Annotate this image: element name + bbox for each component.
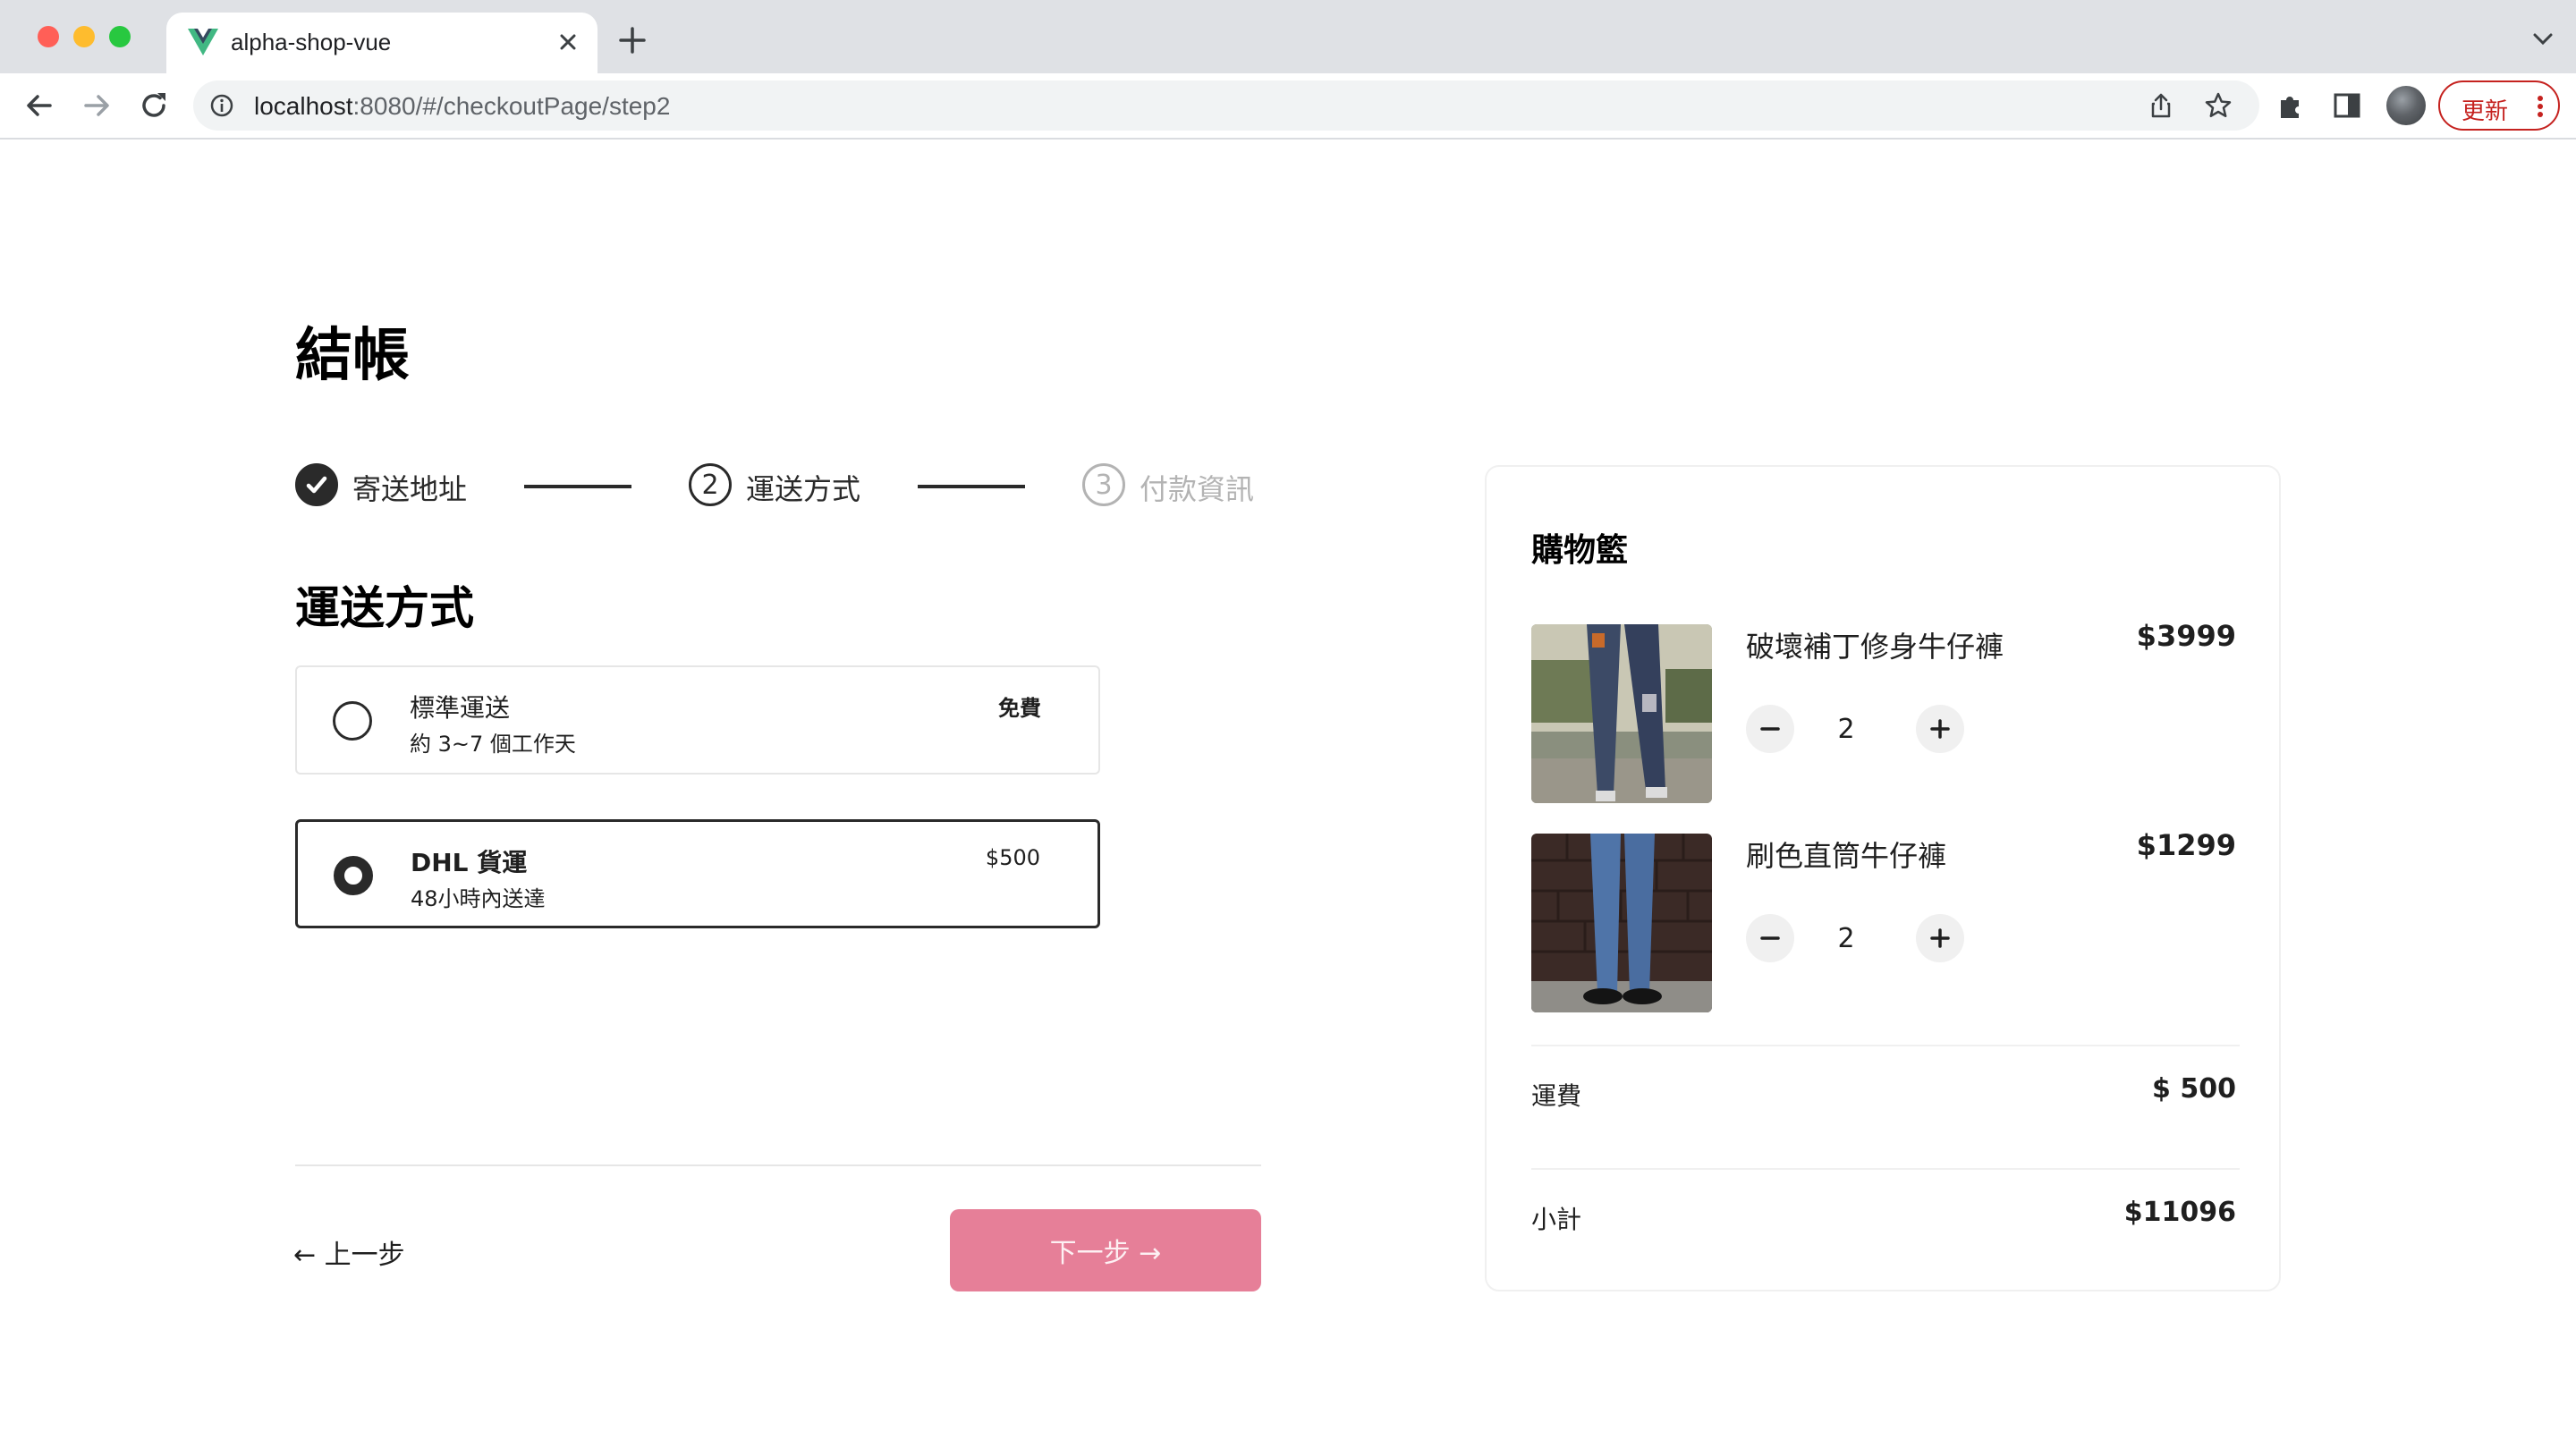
step-connector [524,485,631,488]
decrease-quantity-button[interactable] [1746,705,1794,753]
product-name: 破壞補丁修身牛仔褲 [1746,630,2004,664]
chevron-down-icon[interactable] [2531,30,2555,48]
cart-divider [1531,1168,2240,1170]
side-panel-icon[interactable] [2331,89,2363,122]
url-text: localhost:8080/#/checkoutPage/step2 [254,92,671,120]
browser-tab-bar: alpha-shop-vue [0,0,2576,73]
tab-title: alpha-shop-vue [231,29,392,55]
decrease-quantity-button[interactable] [1746,914,1794,962]
cart-divider [1531,1045,2240,1046]
shipping-fee-value: $ 500 [2152,1073,2236,1105]
update-label: 更新 [2462,98,2509,125]
section-title: 運送方式 [295,582,474,634]
radio-button[interactable] [333,701,372,741]
back-arrow-icon[interactable] [21,88,57,123]
extensions-puzzle-icon[interactable] [2275,89,2308,122]
shipping-option-dhl[interactable]: DHL 貨運 48小時內送達 $500 [295,819,1100,928]
shipping-price: $500 [985,845,1040,870]
product-image-2 [1531,834,1712,1012]
product-price: $1299 [2136,828,2236,862]
step-3-circle: 3 [1082,463,1125,506]
product-price: $3999 [2136,619,2236,653]
new-tab-icon[interactable] [617,25,648,55]
step-3-label: 付款資訊 [1140,472,1255,506]
shipping-option-standard[interactable]: 標準運送 約 3~7 個工作天 免費 [295,665,1100,775]
plus-icon [1930,928,1950,948]
quantity-value: 2 [1837,923,1855,954]
plus-icon [1930,719,1950,739]
cart-title: 購物籃 [1531,532,1629,569]
subtotal-value: $11096 [2123,1197,2236,1228]
vue-logo-icon [188,29,218,55]
close-tab-icon[interactable] [553,27,583,57]
reload-icon[interactable] [136,88,172,123]
quantity-value: 2 [1837,714,1855,745]
forward-arrow-icon[interactable] [79,88,114,123]
shipping-name: 標準運送 [410,693,511,723]
update-browser-button[interactable]: 更新 [2438,80,2560,131]
checkmark-icon [306,476,327,494]
share-icon[interactable] [2147,91,2175,120]
shipping-name: DHL 貨運 [411,848,528,877]
cart-panel: 購物籃 破壞補丁修身牛仔褲 $3999 2 刷色直筒牛仔褲 $1299 2 運費… [1485,465,2281,1291]
increase-quantity-button[interactable] [1916,705,1964,753]
bookmark-star-icon[interactable] [2204,91,2233,120]
product-name: 刷色直筒牛仔褲 [1746,839,1947,873]
shipping-desc: 約 3~7 個工作天 [410,732,576,757]
profile-avatar[interactable] [2386,86,2426,125]
address-bar[interactable]: localhost:8080/#/checkoutPage/step2 [193,80,2259,131]
increase-quantity-button[interactable] [1916,914,1964,962]
minus-icon [1760,727,1780,731]
step-1-label: 寄送地址 [352,472,468,506]
step-connector [918,485,1025,488]
prev-step-button[interactable]: ← 上一步 [293,1232,405,1272]
step-2-circle: 2 [689,463,732,506]
shipping-fee-label: 運費 [1531,1081,1582,1111]
info-icon[interactable] [209,93,234,118]
step-1-check-icon [295,463,338,506]
more-vertical-icon [2538,96,2543,117]
maximize-window-button[interactable] [109,26,131,47]
subtotal-label: 小計 [1531,1205,1582,1234]
shipping-desc: 48小時內送達 [411,886,546,911]
product-image-1 [1531,624,1712,803]
page-title: 結帳 [295,323,410,389]
browser-toolbar: localhost:8080/#/checkoutPage/step2 更新 [0,73,2576,140]
minimize-window-button[interactable] [73,26,95,47]
minus-icon [1760,936,1780,940]
radio-button-checked[interactable] [334,856,373,895]
close-window-button[interactable] [38,26,59,47]
next-step-button[interactable]: 下一步 → [950,1209,1261,1291]
browser-tab[interactable]: alpha-shop-vue [166,13,597,73]
checkout-stepper: 寄送地址 2 運送方式 3 付款資訊 [295,461,1279,512]
shipping-price: 免費 [998,696,1041,721]
form-divider [295,1164,1261,1166]
step-2-label: 運送方式 [746,472,861,506]
